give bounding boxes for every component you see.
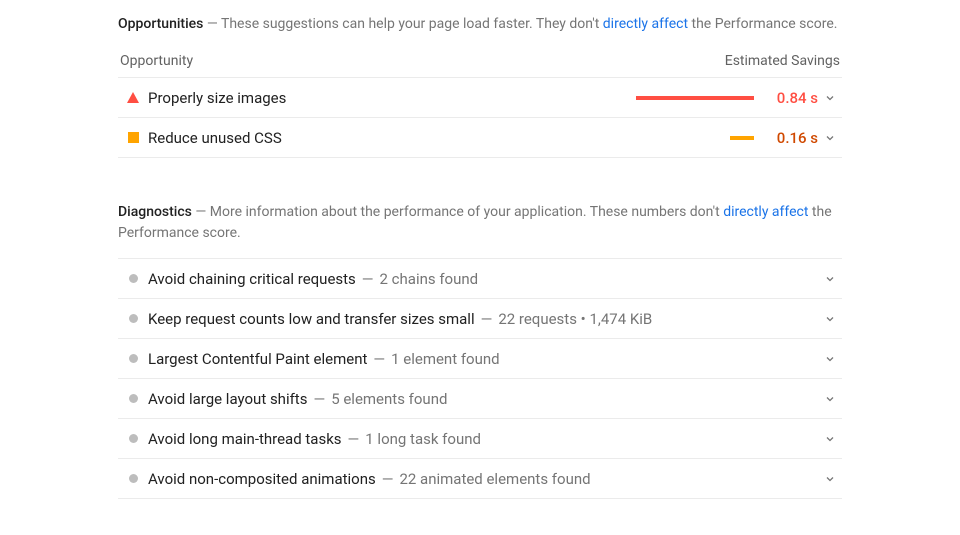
diagnostics-list: Avoid chaining critical requests — 2 cha…	[118, 258, 842, 499]
chevron-down-icon[interactable]	[818, 132, 842, 144]
dot-icon	[129, 314, 138, 323]
chevron-down-icon[interactable]	[818, 433, 842, 445]
chevron-down-icon[interactable]	[818, 92, 842, 104]
dot-icon	[129, 434, 138, 443]
chevron-down-icon[interactable]	[818, 473, 842, 485]
opportunity-label: Reduce unused CSS	[148, 129, 282, 147]
diagnostic-sub: 1 long task found	[365, 430, 481, 448]
diagnostic-sub: 1 element found	[391, 350, 500, 368]
chevron-down-icon[interactable]	[818, 393, 842, 405]
dot-icon	[129, 394, 138, 403]
savings-bar	[636, 96, 754, 100]
opportunity-label: Properly size images	[148, 89, 286, 107]
dot-icon	[129, 474, 138, 483]
diagnostic-label: Largest Contentful Paint element	[148, 350, 367, 368]
dash-sep: —	[373, 350, 385, 368]
diagnostic-label: Avoid long main-thread tasks	[148, 430, 342, 448]
dash-sep: —	[313, 390, 325, 408]
opportunity-row[interactable]: Reduce unused CSS 0.16 s	[118, 118, 842, 158]
dash-sep: —	[382, 470, 394, 488]
diagnostic-sub: 22 animated elements found	[399, 470, 590, 488]
diagnostic-sub: 22 requests • 1,474 KiB	[498, 310, 652, 328]
savings-bar	[730, 136, 754, 140]
chevron-down-icon[interactable]	[818, 353, 842, 365]
diagnostic-sub: 5 elements found	[331, 390, 447, 408]
chevron-down-icon[interactable]	[818, 313, 842, 325]
opportunity-savings: 0.84 s	[754, 89, 818, 107]
dash-sep: —	[362, 270, 374, 288]
diagnostics-desc-link[interactable]: directly affect	[723, 204, 808, 220]
dash-sep: —	[481, 310, 493, 328]
diagnostic-label: Avoid chaining critical requests	[148, 270, 356, 288]
opportunities-list: Properly size images 0.84 s Reduce unuse…	[118, 77, 842, 158]
diagnostic-label: Keep request counts low and transfer siz…	[148, 310, 475, 328]
opportunities-header: Opportunities — These suggestions can he…	[118, 14, 842, 35]
dot-icon	[129, 354, 138, 363]
diagnostic-row[interactable]: Avoid chaining critical requests — 2 cha…	[118, 259, 842, 299]
opportunity-savings: 0.16 s	[754, 129, 818, 147]
opportunities-desc-link[interactable]: directly affect	[603, 16, 688, 32]
diagnostic-row[interactable]: Avoid large layout shifts — 5 elements f…	[118, 379, 842, 419]
dot-icon	[129, 274, 138, 283]
triangle-icon	[127, 92, 139, 103]
opportunities-desc-post: the Performance score.	[688, 16, 837, 32]
opportunities-desc-pre: — These suggestions can help your page l…	[203, 16, 602, 32]
diagnostics-header: Diagnostics — More information about the…	[118, 202, 842, 244]
diagnostic-row[interactable]: Avoid non-composited animations — 22 ani…	[118, 459, 842, 499]
col-savings: Estimated Savings	[725, 53, 840, 69]
chevron-down-icon[interactable]	[818, 273, 842, 285]
dash-sep: —	[348, 430, 360, 448]
square-icon	[128, 132, 139, 143]
diagnostics-title: Diagnostics	[118, 204, 192, 220]
diagnostic-sub: 2 chains found	[380, 270, 479, 288]
opportunities-column-headers: Opportunity Estimated Savings	[118, 53, 842, 77]
col-opportunity: Opportunity	[120, 53, 193, 69]
opportunity-row[interactable]: Properly size images 0.84 s	[118, 78, 842, 118]
opportunities-title: Opportunities	[118, 16, 203, 32]
diagnostic-label: Avoid large layout shifts	[148, 390, 307, 408]
diagnostic-label: Avoid non-composited animations	[148, 470, 376, 488]
diagnostic-row[interactable]: Largest Contentful Paint element — 1 ele…	[118, 339, 842, 379]
diagnostic-row[interactable]: Keep request counts low and transfer siz…	[118, 299, 842, 339]
diagnostics-desc-pre: — More information about the performance…	[192, 204, 723, 220]
diagnostic-row[interactable]: Avoid long main-thread tasks — 1 long ta…	[118, 419, 842, 459]
